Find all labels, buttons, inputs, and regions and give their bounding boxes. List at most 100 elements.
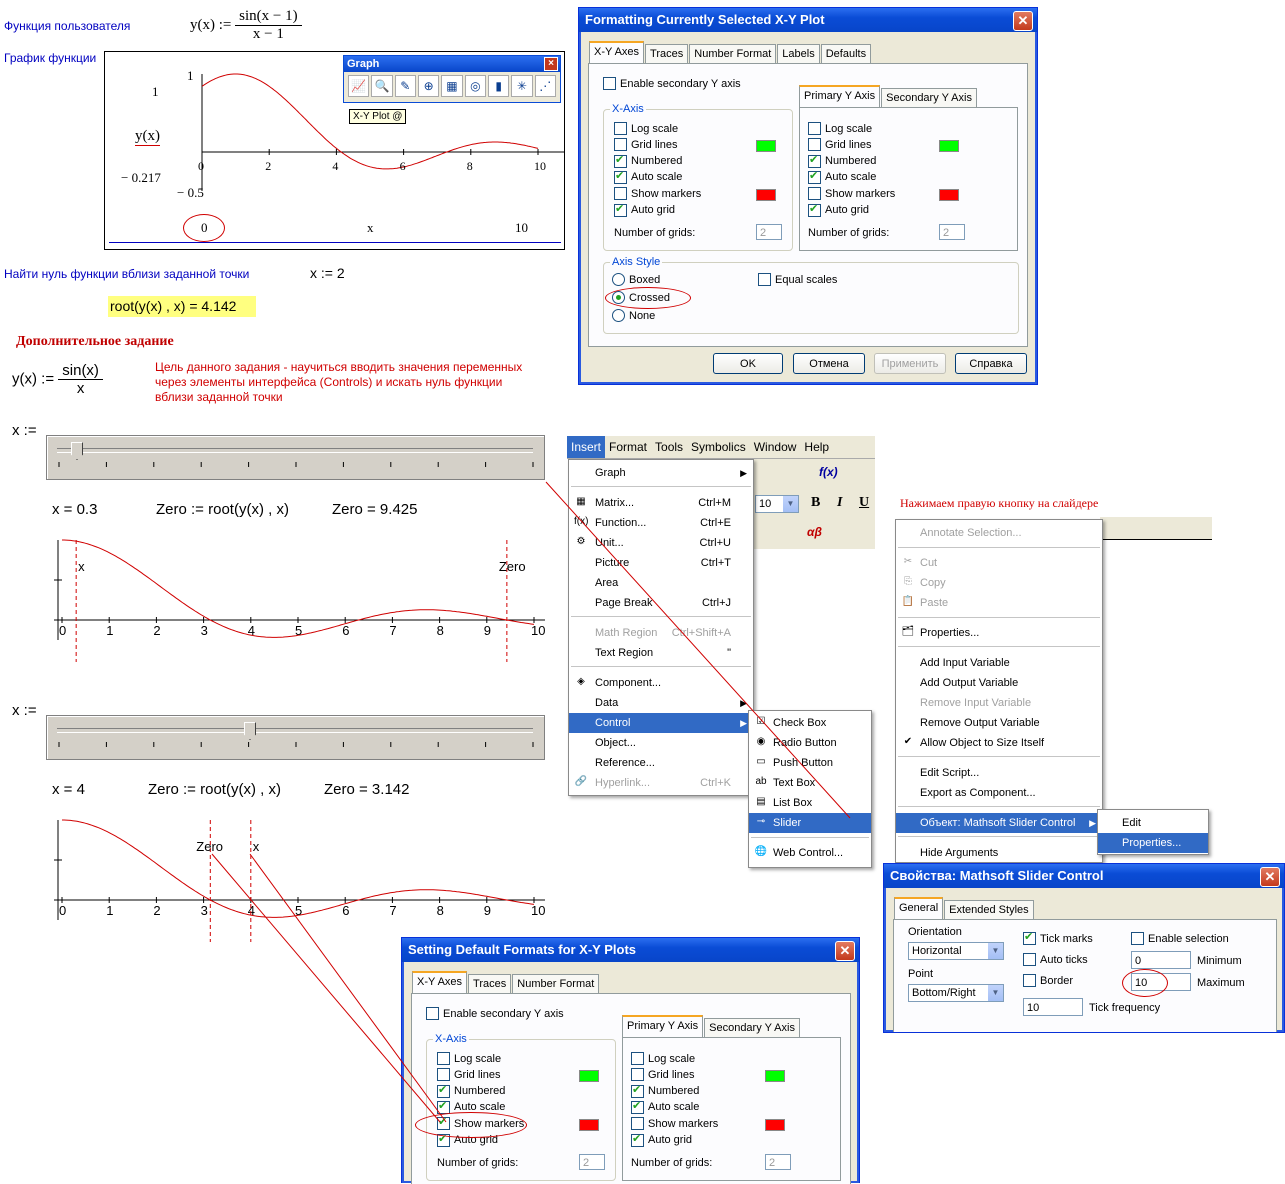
insert-menu-item-page-break[interactable]: Page Break Ctrl+J xyxy=(569,593,753,613)
context-item-8[interactable]: Remove Input Variable xyxy=(896,693,1102,713)
menu-item-properties[interactable]: Properties... xyxy=(1098,833,1208,853)
context-item-1[interactable]: Annotate Selection... xyxy=(896,523,1102,543)
control-item-radio-button[interactable]: ◉ Radio Button xyxy=(749,733,871,753)
none-radio[interactable]: None xyxy=(612,309,655,322)
control-item-slider[interactable]: ⊸ Slider xyxy=(749,813,871,833)
fmt-tab-number-format[interactable]: Number Format xyxy=(689,44,777,63)
insert-menu-item-matrix[interactable]: Matrix... ▦ Ctrl+M xyxy=(569,493,753,513)
insert-menu-item-object[interactable]: Object... xyxy=(569,733,753,753)
menu-format[interactable]: Format xyxy=(605,436,651,458)
context-item-6[interactable]: Add Input Variable xyxy=(896,653,1102,673)
context-item-7[interactable]: Add Output Variable xyxy=(896,673,1102,693)
x-auto-scale-checkbox[interactable]: Auto scale xyxy=(614,169,682,184)
context-item-2[interactable]: ✂ Cut xyxy=(896,553,1102,573)
slider-1-thumb[interactable] xyxy=(71,442,83,460)
y-grid-color-swatch[interactable] xyxy=(939,140,959,152)
insert-menu-item-unit[interactable]: Unit... ⚙ Ctrl+U xyxy=(569,533,753,553)
fmt-tab-labels[interactable]: Labels xyxy=(777,44,820,63)
control-submenu[interactable]: ☑ Check Box ◉ Radio Button ▭ Push Button ab Tex… xyxy=(748,710,872,868)
plot3-svg[interactable]: 0 1 2 3 4 5 6 7 8 9 10 x Zero xyxy=(40,810,550,950)
auto-ticks-checkbox[interactable]: Auto ticks xyxy=(1023,953,1088,966)
tick-frequency-input[interactable]: 10 xyxy=(1023,998,1083,1016)
x-auto-grid-checkbox[interactable]: Auto grid xyxy=(614,202,675,217)
polar-plot-icon[interactable]: ⊕ xyxy=(417,75,440,97)
default-x-number-of-grids-input[interactable]: 2 xyxy=(579,1154,605,1170)
control-item-check-box[interactable]: ☑ Check Box xyxy=(749,713,871,733)
apply-button[interactable]: Применить xyxy=(874,353,946,374)
menu-help[interactable]: Help xyxy=(800,436,833,458)
surface-plot-icon[interactable]: ▦ xyxy=(441,75,463,97)
function-icon[interactable]: f(x) xyxy=(819,465,838,479)
y-numbered-checkbox[interactable]: Numbered xyxy=(808,153,876,168)
x-grid-color-swatch[interactable] xyxy=(756,140,776,152)
y-marker-color-swatch[interactable] xyxy=(939,189,959,201)
tab-secondary-y[interactable]: Secondary Y Axis xyxy=(881,88,977,107)
default-y-auto-grid-checkbox[interactable]: Auto grid xyxy=(631,1132,692,1147)
menu-symbolics[interactable]: Symbolics xyxy=(687,436,750,458)
insert-menu-item-function[interactable]: Function... f(x) Ctrl+E xyxy=(569,513,753,533)
menu-tools[interactable]: Tools xyxy=(651,436,687,458)
x-log-scale-checkbox[interactable]: Log scale xyxy=(614,122,678,135)
context-item-11[interactable]: Edit Script... xyxy=(896,763,1102,783)
tick-marks-checkbox[interactable]: Tick marks xyxy=(1023,930,1093,945)
slider-properties-close-button[interactable]: ✕ xyxy=(1260,867,1280,887)
minimum-input[interactable]: 0 xyxy=(1131,951,1191,969)
default-y-grid-lines-checkbox[interactable]: Grid lines xyxy=(631,1068,694,1082)
x-marker-color-swatch[interactable] xyxy=(756,189,776,201)
x-grid-lines-checkbox[interactable]: Grid lines xyxy=(614,138,677,152)
fmt-tab-defaults[interactable]: Defaults xyxy=(820,44,872,63)
enable-selection-checkbox[interactable]: Enable selection xyxy=(1131,932,1229,945)
context-item-10[interactable]: ✔ Allow Object to Size Itself xyxy=(896,733,1102,753)
tab-general[interactable]: General xyxy=(894,897,944,920)
context-item-5[interactable]: 🗂 Properties... xyxy=(896,623,1102,643)
slider-context-menu[interactable]: Annotate Selection... ✂ Cut ⎘ Copy 📋 Paste 🗂 Pro… xyxy=(895,519,1103,863)
tab-primary-y[interactable]: Primary Y Axis xyxy=(799,85,881,108)
insert-menu-item-text-region[interactable]: Text Region " xyxy=(569,643,753,663)
y-log-scale-checkbox[interactable]: Log scale xyxy=(808,122,872,135)
slider-2-thumb[interactable] xyxy=(244,722,256,740)
equal-scales-checkbox[interactable]: Equal scales xyxy=(758,273,837,286)
default-x-log-scale-checkbox[interactable]: Log scale xyxy=(437,1052,501,1065)
default-y-number-of-grids-input[interactable]: 2 xyxy=(765,1154,791,1170)
slider-properties-dialog[interactable]: Свойства: Mathsoft Slider Control ✕ Gener… xyxy=(883,863,1285,1033)
context-item-4[interactable]: 📋 Paste xyxy=(896,593,1102,613)
default-y-numbered-checkbox[interactable]: Numbered xyxy=(631,1083,699,1098)
default-tab-primary-y[interactable]: Primary Y Axis xyxy=(622,1015,704,1038)
default-y-grid-color-swatch[interactable] xyxy=(765,1070,785,1082)
bold-button[interactable]: B xyxy=(811,495,820,511)
zoom-icon[interactable]: 🔍 xyxy=(371,75,393,97)
tab-extended-styles[interactable]: Extended Styles xyxy=(944,900,1034,919)
border-checkbox[interactable]: Border xyxy=(1023,974,1073,987)
default-x-grid-color-swatch[interactable] xyxy=(579,1070,599,1082)
default-formats-close-button[interactable]: ✕ xyxy=(835,941,855,961)
trace-icon[interactable]: ✎ xyxy=(394,75,416,97)
insert-menu[interactable]: Graph ▶ Matrix... ▦ Ctrl+M Function... f(x) Ctr… xyxy=(568,459,754,796)
default-x-grid-lines-checkbox[interactable]: Grid lines xyxy=(437,1068,500,1082)
context-item-12[interactable]: Export as Component... xyxy=(896,783,1102,803)
default-tab-number-format[interactable]: Number Format xyxy=(512,974,600,993)
default-y-marker-color-swatch[interactable] xyxy=(765,1119,785,1131)
y-auto-scale-checkbox[interactable]: Auto scale xyxy=(808,169,876,184)
formatting-dialog-close-button[interactable]: ✕ xyxy=(1013,11,1033,31)
x-show-markers-checkbox[interactable]: Show markers xyxy=(614,187,701,201)
y-grid-lines-checkbox[interactable]: Grid lines xyxy=(808,138,871,152)
ok-button[interactable]: OK xyxy=(713,353,783,374)
orientation-combo[interactable]: Horizontal ▼ xyxy=(908,942,1004,960)
slider-control-2[interactable] xyxy=(46,715,545,760)
default-x-marker-color-swatch[interactable] xyxy=(579,1119,599,1131)
insert-menu-item-control[interactable]: Control ▶ xyxy=(569,713,753,733)
help-button[interactable]: Справка xyxy=(955,353,1027,374)
default-y-show-markers-checkbox[interactable]: Show markers xyxy=(631,1117,718,1131)
contour-plot-icon[interactable]: ◎ xyxy=(464,75,486,97)
x-number-of-grids-input[interactable]: 2 xyxy=(756,224,782,240)
formatting-dialog[interactable]: Formatting Currently Selected X-Y Plot ✕ … xyxy=(578,7,1038,385)
fmt-tab-x-y-axes[interactable]: X-Y Axes xyxy=(589,41,645,64)
menu-window[interactable]: Window xyxy=(750,436,801,458)
x-numbered-checkbox[interactable]: Numbered xyxy=(614,153,682,168)
control-item-push-button[interactable]: ▭ Push Button xyxy=(749,753,871,773)
plot2-svg[interactable]: 0 1 2 3 4 5 6 7 8 9 10 x Zero xyxy=(40,530,550,670)
insert-menu-item-math-region[interactable]: Math Region Ctrl+Shift+A xyxy=(569,623,753,643)
insert-menu-item-hyperlink[interactable]: Hyperlink... 🔗 Ctrl+K xyxy=(569,773,753,793)
vector-field-icon[interactable]: ⋰ xyxy=(534,75,556,97)
control-item-text-box[interactable]: ab Text Box xyxy=(749,773,871,793)
